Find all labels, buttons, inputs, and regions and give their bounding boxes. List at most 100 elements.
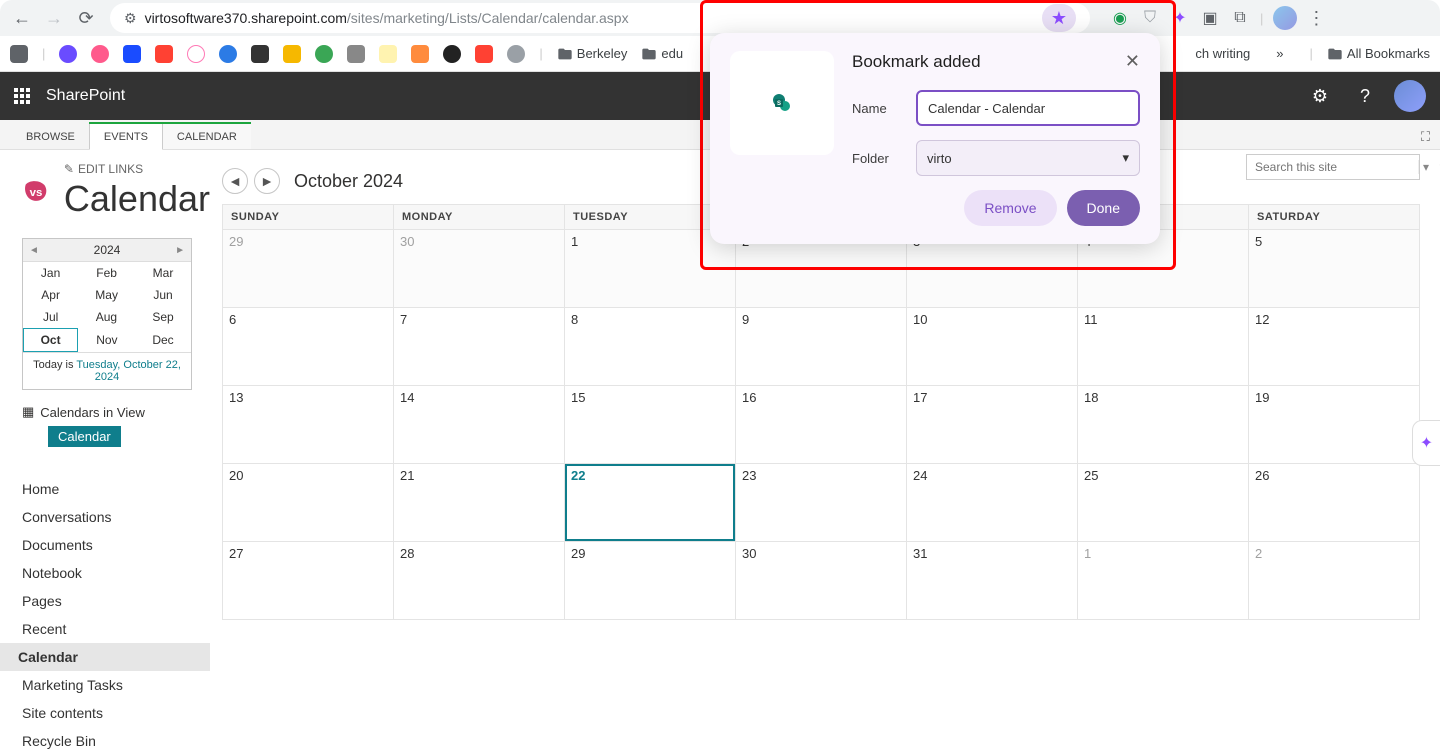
reload-button[interactable]: ⟳ [72,4,100,32]
settings-icon[interactable]: ⚙ [1304,86,1336,107]
prev-month-button[interactable]: ◄ [222,168,248,194]
bookmark-icon[interactable] [123,45,141,63]
browser-menu-button[interactable]: ⋮ [1307,8,1325,29]
extensions-button[interactable]: ⧉ [1230,8,1250,28]
next-month-button[interactable]: ► [254,168,280,194]
mini-cal-prev[interactable]: ◄ [29,245,39,256]
bookmark-name-input[interactable] [916,90,1140,126]
bookmark-icon[interactable] [475,45,493,63]
bookmark-icon[interactable] [411,45,429,63]
user-avatar[interactable] [1394,80,1426,112]
nav-link[interactable]: Recycle Bin [22,727,210,755]
bookmark-icon[interactable] [347,45,365,63]
calendar-cell[interactable]: 12 [1249,308,1420,386]
ribbon-tab-calendar[interactable]: CALENDAR [163,124,251,149]
mini-cal-month[interactable]: Mar [136,262,191,284]
mini-cal-month[interactable]: Jun [136,284,191,306]
calendar-cell[interactable]: 18 [1078,386,1249,464]
mini-cal-month[interactable]: Feb [78,262,136,284]
calendar-cell[interactable]: 9 [736,308,907,386]
calendar-cell[interactable]: 20 [223,464,394,542]
calendar-cell[interactable]: 30 [394,230,565,308]
nav-link[interactable]: Pages [22,587,210,615]
calendar-cell[interactable]: 30 [736,542,907,620]
calendar-cell[interactable]: 5 [1249,230,1420,308]
app-launcher-button[interactable] [14,88,30,104]
bookmark-icon[interactable] [443,45,461,63]
search-scope-dropdown[interactable]: ▾ [1418,160,1433,174]
bookmark-icon[interactable] [315,45,333,63]
bookmark-folder-select[interactable]: virto ▾ [916,140,1140,176]
mini-cal-month[interactable]: Oct [24,329,78,352]
help-icon[interactable]: ? [1352,86,1378,107]
bookmark-icon[interactable] [283,45,301,63]
calendar-cell[interactable]: 2 [1249,542,1420,620]
nav-link[interactable]: Site contents [22,699,210,727]
search-icon[interactable]: 🔍 [1433,160,1440,174]
fullscreen-icon[interactable]: ⛶ [1411,125,1440,149]
bookmark-folder-writing[interactable]: ch writing [1195,46,1250,61]
site-search[interactable]: ▾ 🔍 [1246,154,1420,180]
calendar-cell[interactable]: 31 [907,542,1078,620]
nav-link[interactable]: Conversations [22,503,210,531]
bookmark-icon[interactable] [507,45,525,63]
calendar-cell[interactable]: 28 [394,542,565,620]
calendar-cell[interactable]: 21 [394,464,565,542]
bookmark-icon[interactable] [379,45,397,63]
bookmark-icon[interactable] [155,45,173,63]
calendar-cell[interactable]: 23 [736,464,907,542]
nav-link[interactable]: Notebook [22,559,210,587]
ribbon-tab-events[interactable]: EVENTS [89,124,163,150]
app-name[interactable]: SharePoint [46,87,125,105]
calendar-cell[interactable]: 24 [907,464,1078,542]
calendar-cell[interactable]: 29 [565,542,736,620]
mini-cal-month[interactable]: Apr [24,284,78,306]
extension-icon-1[interactable]: ◉ [1110,8,1130,28]
mini-cal-month[interactable]: Dec [136,329,191,352]
nav-link[interactable]: Calendar [0,643,210,671]
bookmark-folder-edu[interactable]: edu [641,46,683,62]
calendar-cell[interactable]: 8 [565,308,736,386]
bookmark-icon[interactable] [59,45,77,63]
calendar-cell[interactable]: 26 [1249,464,1420,542]
calendar-cell[interactable]: 13 [223,386,394,464]
calendar-cell[interactable]: 19 [1249,386,1420,464]
done-button[interactable]: Done [1067,190,1140,226]
extension-icon-2[interactable]: ⛉ [1140,8,1160,28]
calendar-cell[interactable]: 10 [907,308,1078,386]
bookmark-icon[interactable] [10,45,28,63]
bookmark-folder-berkeley[interactable]: Berkeley [557,46,628,62]
mini-cal-month[interactable]: Jul [24,306,78,329]
calendar-cell[interactable]: 1 [565,230,736,308]
calendar-cell[interactable]: 25 [1078,464,1249,542]
bookmark-icon[interactable] [219,45,237,63]
dialog-close-button[interactable]: ✕ [1125,51,1140,72]
back-button[interactable]: ← [8,4,36,32]
ai-sidebar-button[interactable]: ✦ [1412,420,1440,466]
calendar-cell[interactable]: 11 [1078,308,1249,386]
calendar-cell[interactable]: 27 [223,542,394,620]
mini-cal-month[interactable]: Sep [136,306,191,329]
profile-avatar[interactable] [1273,6,1297,30]
edit-links-button[interactable]: ✎ EDIT LINKS [64,162,210,176]
bookmarks-overflow[interactable]: » [1264,46,1295,61]
all-bookmarks-button[interactable]: All Bookmarks [1327,46,1430,62]
today-link[interactable]: Tuesday, October 22, 2024 [76,359,181,383]
mini-cal-month[interactable]: Jan [24,262,78,284]
calendar-cell[interactable]: 6 [223,308,394,386]
calendar-cell[interactable]: 15 [565,386,736,464]
extension-icon-3[interactable]: ✦ [1170,8,1190,28]
mini-cal-next[interactable]: ► [175,245,185,256]
mini-cal-month[interactable]: May [78,284,136,306]
ribbon-tab-browse[interactable]: BROWSE [12,124,89,149]
calendar-cell[interactable]: 14 [394,386,565,464]
calendar-cell[interactable]: 22 [565,464,736,542]
nav-link[interactable]: Home [22,475,210,503]
calendar-cell[interactable]: 16 [736,386,907,464]
calendar-badge[interactable]: Calendar [48,426,121,447]
bookmark-star-button[interactable]: ★ [1042,4,1076,32]
nav-link[interactable]: Marketing Tasks [22,671,210,699]
address-bar[interactable]: ⚙ virtosoftware370.sharepoint.com/sites/… [110,3,1090,33]
nav-link[interactable]: Recent [22,615,210,643]
calendar-cell[interactable]: 7 [394,308,565,386]
